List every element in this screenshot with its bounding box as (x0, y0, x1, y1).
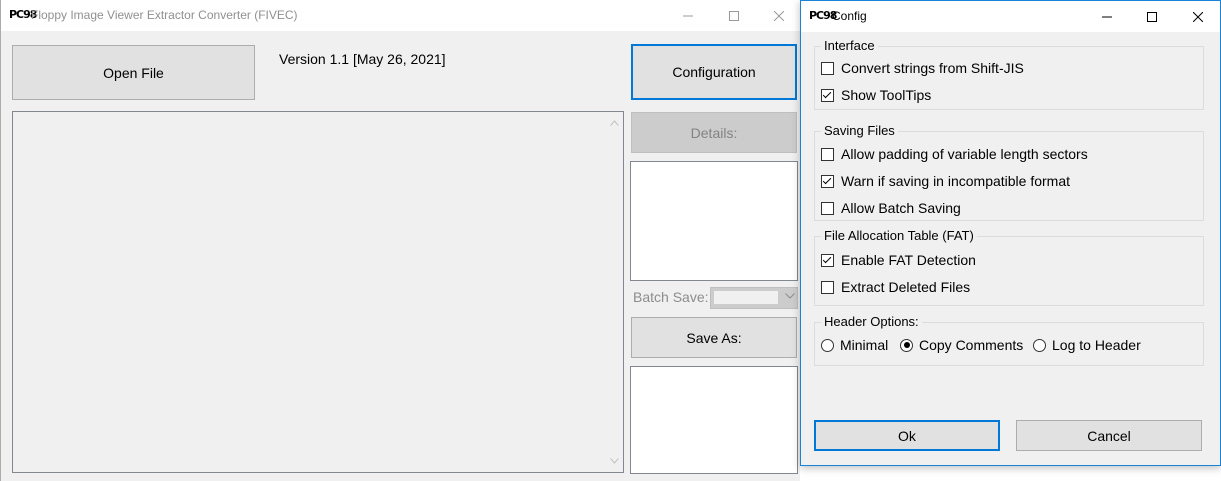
checkbox-label: Warn if saving in incompatible format (841, 173, 1071, 189)
config-maximize-button[interactable] (1129, 1, 1175, 32)
radio-label: Minimal (840, 337, 889, 353)
config-minimize-button[interactable] (1084, 1, 1130, 32)
chevron-down-icon (785, 293, 795, 299)
show-tooltips-checkbox[interactable]: Show ToolTips (821, 87, 931, 103)
saving-files-group: Saving Files Allow padding of variable l… (814, 123, 1204, 221)
file-list-scrollbar[interactable] (606, 112, 623, 472)
maximize-icon (1147, 11, 1157, 22)
batch-save-dropdown[interactable] (710, 287, 798, 309)
checkbox-box[interactable] (821, 147, 834, 161)
copy-comments-radio[interactable]: Copy Comments (900, 337, 1023, 353)
close-icon (774, 10, 784, 21)
open-file-button[interactable]: Open File (12, 45, 255, 100)
enable-fat-detection-checkbox[interactable]: Enable FAT Detection (821, 252, 976, 268)
config-client-area: Interface Convert strings from Shift-JIS… (801, 32, 1220, 465)
configuration-button[interactable]: Configuration (631, 44, 797, 100)
checkbox-box[interactable] (821, 61, 834, 75)
interface-group: Interface Convert strings from Shift-JIS… (814, 38, 1204, 110)
header-options-group: Header Options: Minimal Copy Comments Lo… (814, 314, 1204, 366)
radio-label: Copy Comments (919, 337, 1024, 353)
main-titlebar[interactable]: PC98 Floppy Image Viewer Extractor Conve… (1, 0, 800, 31)
config-close-button[interactable] (1175, 1, 1221, 32)
fat-group-title: File Allocation Table (FAT) (821, 228, 977, 243)
config-window: PC98 Config Interface Convert strings fr… (800, 0, 1221, 466)
cancel-button[interactable]: Cancel (1016, 420, 1202, 451)
maximize-button[interactable] (711, 0, 757, 31)
close-icon (1193, 11, 1203, 22)
minimal-radio[interactable]: Minimal (821, 337, 888, 353)
allow-batch-saving-checkbox[interactable]: Allow Batch Saving (821, 200, 961, 216)
details-panel (630, 161, 798, 281)
ok-button[interactable]: Ok (814, 420, 1000, 451)
radio-label: Log to Header (1052, 337, 1141, 353)
close-button[interactable] (756, 0, 802, 31)
checkbox-label: Enable FAT Detection (841, 252, 976, 268)
interface-group-title: Interface (821, 38, 878, 53)
header-options-group-title: Header Options: (821, 314, 922, 329)
file-list-panel[interactable] (12, 111, 624, 473)
checkbox-label: Show ToolTips (841, 87, 932, 103)
extract-deleted-files-checkbox[interactable]: Extract Deleted Files (821, 279, 970, 295)
main-window: PC98 Floppy Image Viewer Extractor Conve… (0, 0, 800, 481)
log-to-header-radio[interactable]: Log to Header (1033, 337, 1141, 353)
details-button[interactable]: Details: (631, 112, 797, 153)
minimize-button[interactable] (665, 0, 711, 31)
main-client-area: Open File Version 1.1 [May 26, 2021] Con… (1, 31, 800, 481)
batch-save-label: Batch Save: (633, 289, 709, 305)
warn-incompatible-checkbox[interactable]: Warn if saving in incompatible format (821, 173, 1070, 189)
convert-shift-jis-checkbox[interactable]: Convert strings from Shift-JIS (821, 60, 1024, 76)
main-window-title: Floppy Image Viewer Extractor Converter … (31, 8, 298, 22)
radio-circle[interactable] (1033, 338, 1046, 352)
version-label: Version 1.1 [May 26, 2021] (279, 51, 446, 67)
maximize-icon (729, 10, 739, 21)
minimize-icon (1102, 16, 1112, 17)
fat-group: File Allocation Table (FAT) Enable FAT D… (814, 228, 1204, 306)
save-output-panel (630, 366, 798, 474)
batch-save-value (714, 291, 778, 304)
scroll-up-icon[interactable] (610, 120, 619, 126)
checkbox-box[interactable] (821, 174, 834, 188)
checkbox-label: Convert strings from Shift-JIS (841, 60, 1024, 76)
saving-files-group-title: Saving Files (821, 123, 898, 138)
checkbox-box[interactable] (821, 88, 834, 102)
checkbox-box[interactable] (821, 201, 834, 215)
radio-circle[interactable] (821, 338, 834, 352)
checkbox-box[interactable] (821, 280, 834, 294)
checkbox-label: Extract Deleted Files (841, 279, 971, 295)
scroll-down-icon[interactable] (610, 458, 619, 464)
config-window-title: Config (832, 9, 867, 23)
save-as-button[interactable]: Save As: (631, 317, 797, 358)
checkbox-label: Allow padding of variable length sectors (841, 146, 1088, 162)
radio-circle[interactable] (900, 338, 913, 352)
checkbox-box[interactable] (821, 253, 834, 267)
checkbox-label: Allow Batch Saving (841, 200, 961, 216)
allow-padding-checkbox[interactable]: Allow padding of variable length sectors (821, 146, 1088, 162)
minimize-icon (683, 15, 693, 16)
config-titlebar[interactable]: PC98 Config (801, 1, 1220, 32)
